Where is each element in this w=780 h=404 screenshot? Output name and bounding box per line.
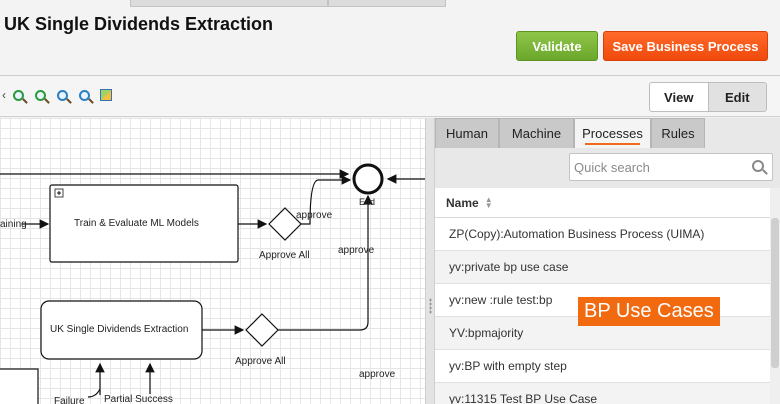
gateway-2 [245, 313, 279, 347]
tab-machine[interactable]: Machine [499, 118, 574, 148]
tab-processes[interactable]: Processes [574, 118, 651, 148]
tab-human[interactable]: Human [435, 118, 499, 148]
edge-partial-label: Partial Success [104, 394, 173, 404]
edit-button[interactable]: Edit [707, 83, 766, 111]
top-tab-1[interactable] [130, 0, 328, 7]
sort-icon[interactable]: ▲ ▼ [485, 195, 493, 209]
list-item[interactable]: ZP(Copy):Automation Business Process (UI… [435, 218, 770, 251]
list-item[interactable]: yv:11315 Test BP Use Case [435, 383, 770, 404]
panel-splitter[interactable] [425, 118, 435, 404]
top-tab-strip [0, 0, 780, 7]
edge-approve-label-2: approve [338, 245, 375, 256]
end-label: End [359, 197, 376, 207]
view-button[interactable]: View [650, 83, 708, 111]
edge-training-label: aining [0, 219, 27, 230]
tab-rules[interactable]: Rules [651, 118, 705, 148]
list-scrollbar[interactable] [770, 188, 780, 404]
diagram-svg [0, 163, 425, 404]
list-item[interactable]: yv:BP with empty step [435, 350, 770, 383]
diagram-canvas[interactable]: End aining Train & Evaluate ML Models ap… [0, 118, 425, 404]
uk-node-label: UK Single Dividends Extraction [50, 324, 189, 335]
gateway-2-label: Approve All [235, 356, 286, 367]
lower-left-node [0, 368, 39, 404]
bp-use-cases-overlay-label: BP Use Cases [578, 297, 720, 326]
list-item[interactable]: yv:private bp use case [435, 251, 770, 284]
quick-search-input[interactable] [574, 158, 744, 176]
zoom-out-icon[interactable] [32, 87, 48, 103]
column-name-label: Name [446, 195, 479, 210]
view-edit-toggle: View Edit [649, 82, 767, 112]
gateway-1-label: Approve All [259, 250, 310, 261]
scroll-thumb[interactable] [771, 218, 779, 368]
palette-tabs: Human Machine Processes Rules [435, 118, 780, 148]
edge-approve-label-1: approve [296, 210, 333, 221]
page-title: UK Single Dividends Extraction [4, 14, 274, 34]
palette-panel: Human Machine Processes Rules Name ▲▼ ZP… [435, 118, 780, 404]
edge-approve-label-3: approve [359, 369, 396, 380]
save-business-process-button[interactable]: Save Business Process [603, 31, 768, 61]
splitter-grip-icon[interactable] [429, 298, 432, 314]
edge-failure-label: Failure [54, 396, 85, 404]
process-list: Name ▲ ▼ ZP(Copy):Automation Business Pro… [435, 188, 770, 404]
quick-search-box [569, 153, 773, 181]
zoom-fit-icon[interactable] [54, 87, 70, 103]
zoom-actual-icon[interactable] [76, 87, 92, 103]
top-tab-2[interactable] [328, 0, 446, 7]
validate-button[interactable]: Validate [516, 31, 598, 61]
end-event [352, 163, 384, 195]
column-header-name[interactable]: Name ▲ ▼ [435, 188, 770, 218]
header-bar: UK Single Dividends Extraction Validate … [0, 0, 780, 76]
overview-icon[interactable] [98, 87, 114, 103]
train-node-label: Train & Evaluate ML Models [74, 218, 199, 229]
zoom-in-icon[interactable] [10, 87, 26, 103]
search-icon[interactable] [752, 160, 764, 172]
